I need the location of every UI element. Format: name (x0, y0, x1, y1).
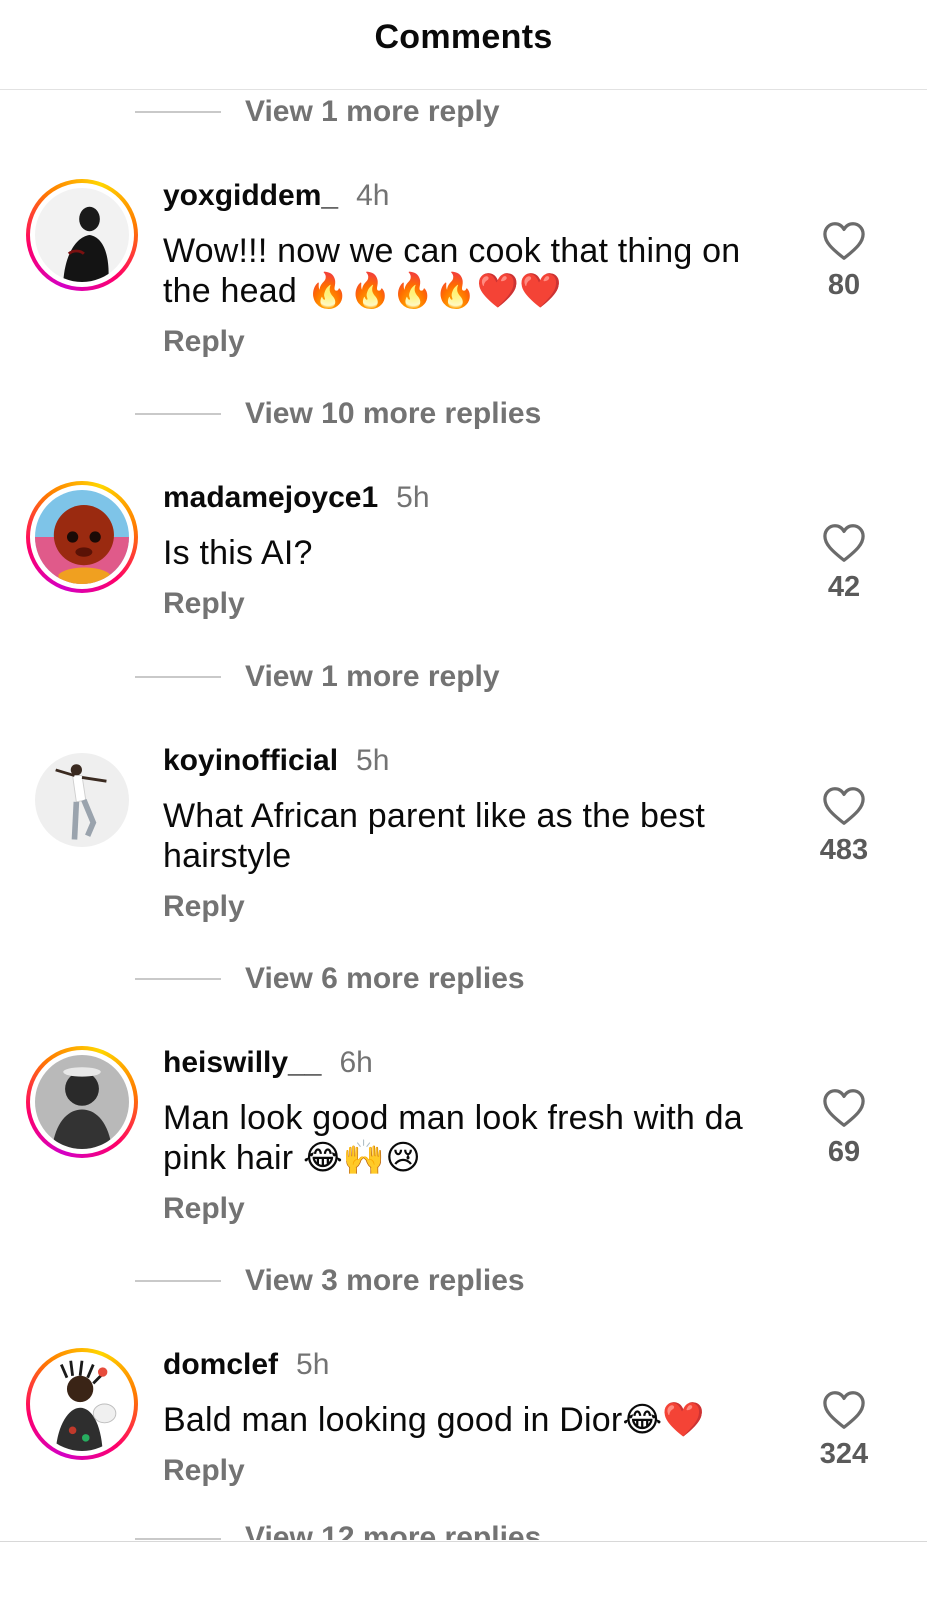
thread-line (135, 111, 221, 113)
timestamp: 4h (356, 179, 390, 212)
view-replies-label: View 1 more reply (245, 660, 500, 693)
reply-button[interactable]: Reply (163, 890, 245, 924)
heart-icon[interactable] (822, 221, 866, 261)
like-section: 42 (805, 523, 883, 604)
heart-icon[interactable] (822, 523, 866, 563)
username[interactable]: domclef (163, 1348, 278, 1382)
reply-button[interactable]: Reply (163, 587, 245, 621)
view-replies-label: View 10 more replies (245, 397, 542, 430)
thread-line (135, 676, 221, 678)
comments-header: Comments (0, 0, 927, 90)
heart-icon[interactable] (822, 1390, 866, 1430)
view-replies-button[interactable]: View 1 more reply (135, 657, 500, 697)
like-count: 324 (819, 1438, 869, 1470)
comment-body: heiswilly__ 6h Man look good man look fr… (163, 1046, 783, 1226)
timestamp: 5h (296, 1348, 330, 1381)
like-section: 80 (805, 221, 883, 302)
avatar[interactable] (26, 1046, 138, 1158)
heart-icon[interactable] (822, 786, 866, 826)
avatar[interactable] (26, 179, 138, 291)
timestamp: 5h (396, 481, 430, 514)
reply-button[interactable]: Reply (163, 1454, 245, 1488)
like-section: 483 (805, 786, 883, 867)
like-count: 80 (827, 269, 861, 301)
like-section: 69 (805, 1088, 883, 1169)
comment-text: What African parent like as the best hai… (163, 797, 706, 875)
avatar[interactable] (26, 1348, 138, 1460)
view-replies-button[interactable]: View 6 more replies (135, 959, 525, 999)
view-replies-label: View 12 more replies (245, 1521, 542, 1540)
thread-line (135, 413, 221, 415)
thread-line (135, 978, 221, 980)
view-replies-button[interactable]: View 3 more replies (135, 1261, 525, 1301)
heart-icon[interactable] (822, 1088, 866, 1128)
reply-button[interactable]: Reply (163, 1192, 245, 1226)
comment-body: madamejoyce1 5h Is this AI? Reply (163, 481, 783, 621)
avatar[interactable] (26, 744, 138, 856)
view-replies-label: View 6 more replies (245, 962, 525, 995)
reply-button[interactable]: Reply (163, 325, 245, 359)
page-title: Comments (374, 18, 553, 56)
avatar[interactable] (26, 481, 138, 593)
view-replies-button[interactable]: View 12 more replies (135, 1518, 541, 1540)
view-replies-label: View 3 more replies (245, 1264, 525, 1297)
comment-body: yoxgiddem_ 4h Wow!!! now we can cook tha… (163, 179, 783, 359)
avatar-image (35, 1357, 129, 1451)
comment-body: koyinofficial 5h What African parent lik… (163, 744, 783, 924)
username[interactable]: yoxgiddem_ (163, 179, 338, 213)
view-replies-label: View 1 more reply (245, 95, 500, 128)
thread-line (135, 1280, 221, 1282)
like-count: 69 (827, 1136, 861, 1168)
timestamp: 5h (356, 744, 390, 777)
avatar-image (35, 188, 129, 282)
like-section: 324 (805, 1390, 883, 1471)
comment-body: domclef 5h Bald man looking good in Dior… (163, 1348, 783, 1488)
timestamp: 6h (339, 1046, 373, 1079)
comment-text: Is this AI? (163, 534, 313, 572)
thread-line (135, 1538, 221, 1540)
username[interactable]: madamejoyce1 (163, 481, 378, 515)
comment-text: Wow!!! now we can cook that thing on the… (163, 232, 741, 310)
comment-text: Man look good man look fresh with da pin… (163, 1099, 743, 1177)
avatar-image (35, 1055, 129, 1149)
avatar-image (35, 490, 129, 584)
comment-text: Bald man looking good in Dior😂❤️ (163, 1401, 705, 1439)
bottom-bar (0, 1541, 927, 1601)
username[interactable]: koyinofficial (163, 744, 338, 778)
like-count: 483 (819, 834, 869, 866)
view-replies-button[interactable]: View 1 more reply (135, 92, 500, 132)
avatar-image (35, 753, 129, 847)
like-count: 42 (827, 571, 861, 603)
username[interactable]: heiswilly__ (163, 1046, 321, 1080)
view-replies-button[interactable]: View 10 more replies (135, 394, 541, 434)
